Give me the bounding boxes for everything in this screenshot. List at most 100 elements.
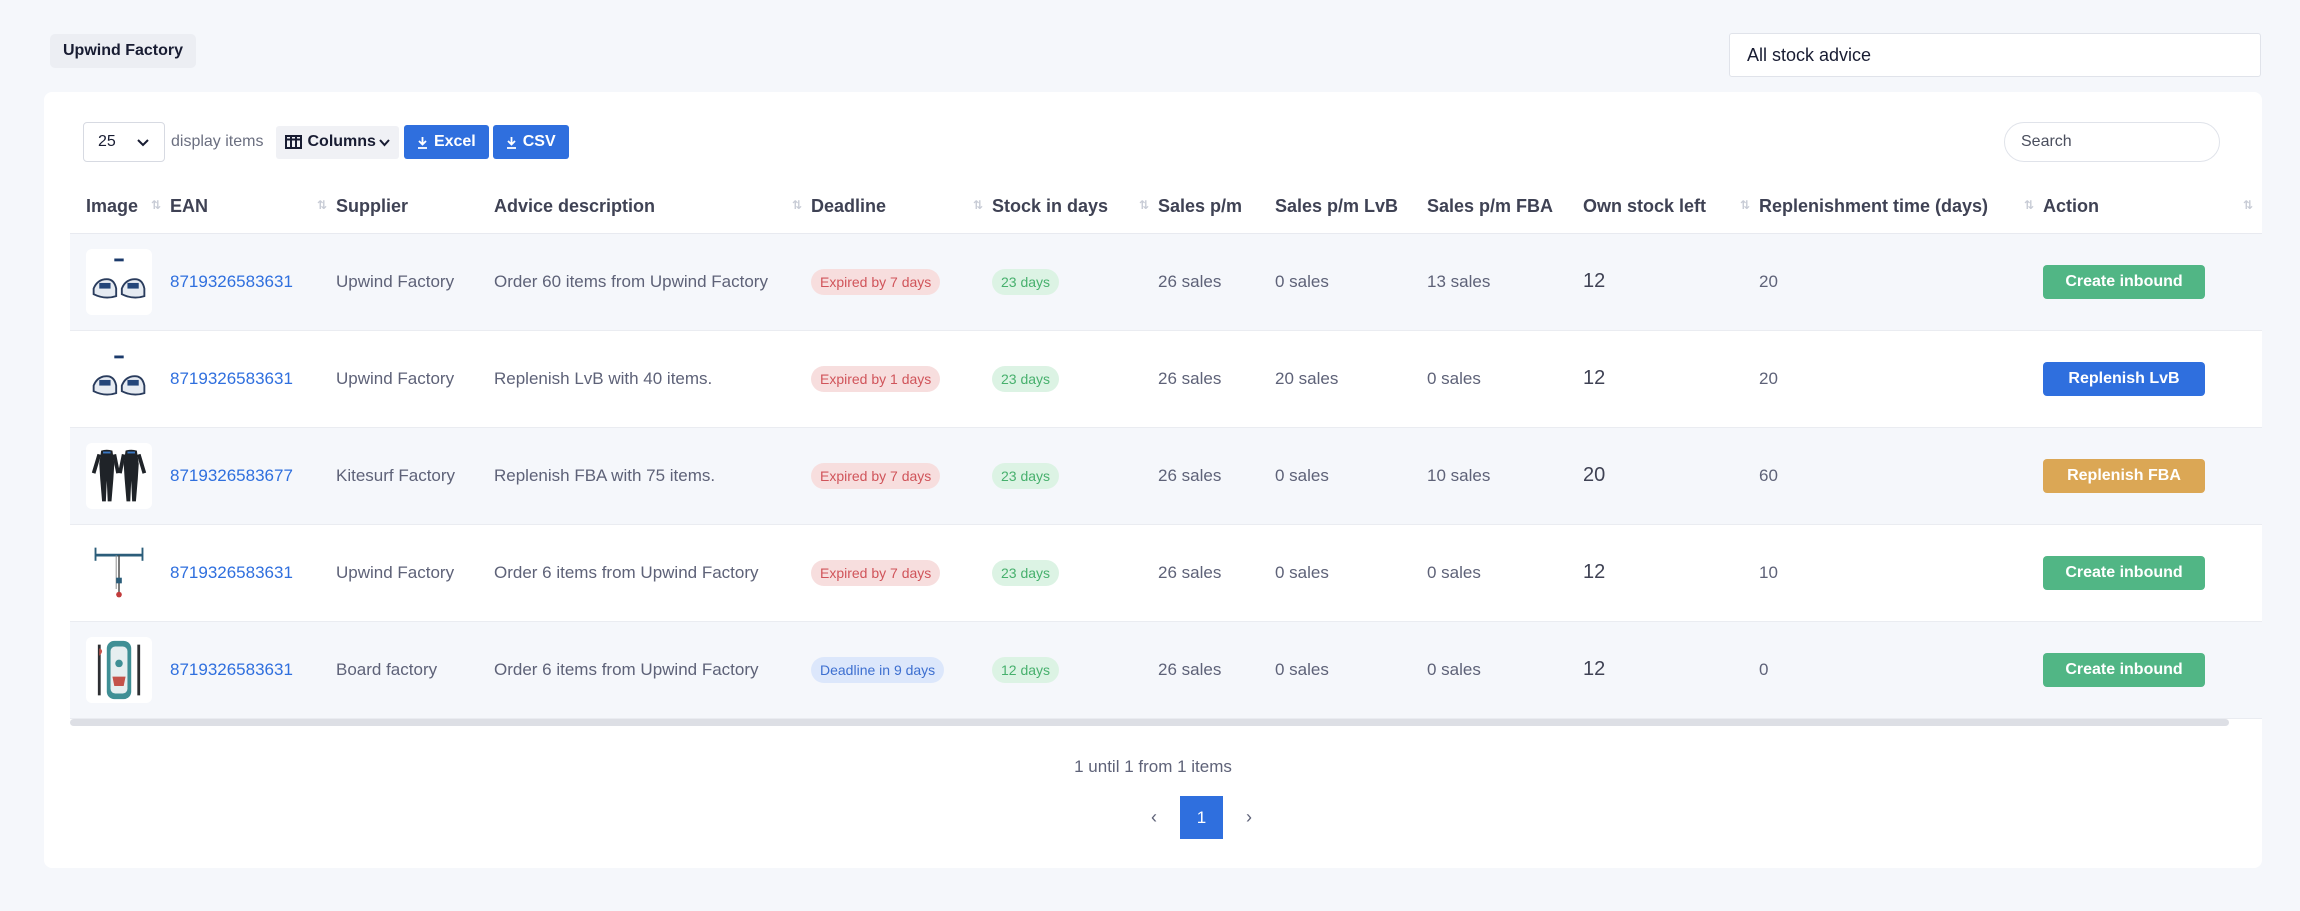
sort-icon: ⇅ [2023, 198, 2034, 212]
column-label: Action [2043, 195, 2099, 216]
supplier-cell: Upwind Factory [336, 562, 455, 582]
column-header-action[interactable]: Action ⇅ [2043, 180, 2262, 234]
replenishment-cell: 0 [1759, 659, 1769, 679]
ean-text[interactable]: 8719326583631 [170, 563, 293, 582]
action-cell: Replenish LvB [2043, 330, 2262, 427]
stock-advice-card: 25 display items Columns Excel CSV Image… [44, 92, 2262, 868]
sort-icon: ⇅ [1739, 198, 1750, 212]
page-length-value: 25 [98, 133, 116, 150]
supplier-tag[interactable]: Upwind Factory [50, 34, 197, 68]
sales-fba-cell: 0 sales [1427, 659, 1481, 679]
description-cell: Replenish LvB with 40 items. [494, 369, 713, 388]
description-cell: Order 6 items from Upwind Factory [494, 660, 759, 679]
page-length-select[interactable]: 25 [83, 122, 165, 162]
create-inbound-button[interactable]: Create inbound [2043, 264, 2205, 299]
previous-page-button[interactable]: ‹ [1132, 807, 1176, 828]
ean-text[interactable]: 8719326583677 [170, 466, 293, 485]
image-cell [70, 524, 170, 621]
chevron-down-icon [379, 138, 390, 146]
own-stock-cell: 20 [1583, 464, 1606, 486]
download-icon [417, 136, 427, 149]
deadline-badge: Deadline in 9 days [811, 656, 945, 683]
sales-fba-cell: 0 sales [1427, 368, 1481, 388]
column-header-stock-in-days[interactable]: Stock in days ⇅ [992, 180, 1158, 234]
table-toolbar: 25 display items Columns Excel CSV [83, 122, 573, 162]
table-row: 8719326583677 Kitesurf Factory Replenish… [70, 427, 2262, 524]
column-label: Image [86, 195, 139, 216]
replenish-fba-button[interactable]: Replenish FBA [2043, 458, 2205, 493]
sales-pm-cell: 26 sales [1158, 562, 1222, 582]
supplier-cell: Upwind Factory [336, 368, 455, 388]
csv-export-button[interactable]: CSV [492, 125, 569, 159]
deadline-badge: Expired by 7 days [811, 462, 941, 489]
stock-days-badge: 12 days [992, 656, 1060, 683]
page-number-button[interactable]: 1 [1180, 796, 1223, 839]
description-cell: Replenish FBA with 75 items. [494, 466, 716, 485]
sales-lvb-cell: 20 sales [1275, 368, 1339, 388]
column-header-sales-pm-lvb[interactable]: Sales p/m LvB [1275, 180, 1427, 234]
column-label: Own stock left [1583, 195, 1707, 216]
deadline-cell: Deadline in 9 days [811, 621, 992, 718]
sort-icon: ⇅ [150, 198, 161, 212]
sales-fba-cell: 0 sales [1427, 562, 1481, 582]
search-input[interactable] [2004, 122, 2220, 162]
supplier-cell: Board factory [336, 659, 438, 679]
ean-link[interactable]: 8719326583631 [170, 621, 336, 718]
horizontal-scrollbar[interactable] [70, 719, 2229, 726]
ean-link[interactable]: 8719326583631 [170, 233, 336, 330]
ean-link[interactable]: 8719326583631 [170, 330, 336, 427]
sales-pm-cell: 26 sales [1158, 271, 1222, 291]
sales-pm-cell: 26 sales [1158, 659, 1222, 679]
deadline-badge: Expired by 1 days [811, 365, 941, 392]
ean-link[interactable]: 8719326583631 [170, 524, 336, 621]
excel-export-button[interactable]: Excel [403, 125, 489, 159]
image-cell [70, 621, 170, 718]
columns-button[interactable]: Columns [276, 125, 399, 159]
column-header-own-stock-left[interactable]: Own stock left ⇅ [1583, 180, 1759, 234]
deadline-cell: Expired by 7 days [811, 427, 992, 524]
stock-days-cell: 12 days [992, 621, 1158, 718]
supplier-cell: Upwind Factory [336, 271, 455, 291]
column-header-sales-pm-fba[interactable]: Sales p/m FBA [1427, 180, 1583, 234]
ean-text[interactable]: 8719326583631 [170, 369, 293, 388]
column-label: Sales p/m LvB [1275, 195, 1399, 216]
excel-label: Excel [433, 133, 476, 150]
create-inbound-button[interactable]: Create inbound [2043, 652, 2205, 687]
ean-link[interactable]: 8719326583677 [170, 427, 336, 524]
column-header-sales-pm[interactable]: Sales p/m [1158, 180, 1275, 234]
table-row: 8719326583631 Upwind Factory Order 60 it… [70, 233, 2262, 330]
sales-lvb-cell: 0 sales [1275, 271, 1329, 291]
columns-icon [285, 135, 303, 149]
own-stock-cell: 12 [1583, 561, 1606, 583]
replenishment-cell: 20 [1759, 368, 1778, 388]
description-cell: Order 60 items from Upwind Factory [494, 272, 768, 291]
column-label: Advice description [494, 195, 656, 216]
column-header-supplier[interactable]: Supplier [336, 180, 494, 234]
column-header-replenishment-time[interactable]: Replenishment time (days) ⇅ [1759, 180, 2043, 234]
replenish-lvb-button[interactable]: Replenish LvB [2043, 361, 2205, 396]
sort-icon: ⇅ [1138, 198, 1149, 212]
column-header-advice-description[interactable]: Advice description ⇅ [494, 180, 811, 234]
chevron-down-icon [137, 139, 149, 147]
sort-icon: ⇅ [2242, 198, 2253, 212]
stock-days-cell: 23 days [992, 233, 1158, 330]
column-label: Sales p/m FBA [1427, 195, 1554, 216]
replenishment-cell: 20 [1759, 271, 1778, 291]
advice-filter-select[interactable]: All stock advice [1729, 33, 2261, 77]
column-header-deadline[interactable]: Deadline ⇅ [811, 180, 992, 234]
sort-icon: ⇅ [791, 198, 802, 212]
create-inbound-button[interactable]: Create inbound [2043, 555, 2205, 590]
own-stock-cell: 12 [1583, 270, 1606, 292]
sales-pm-cell: 26 sales [1158, 465, 1222, 485]
download-icon [506, 136, 516, 149]
column-header-ean[interactable]: EAN ⇅ [170, 180, 336, 234]
ean-text[interactable]: 8719326583631 [170, 660, 293, 679]
next-page-button[interactable]: › [1227, 807, 1271, 828]
surfboard-icon [86, 636, 152, 703]
supplier-cell: Kitesurf Factory [336, 465, 456, 485]
column-label: Deadline [811, 195, 887, 216]
image-cell [70, 427, 170, 524]
ean-text[interactable]: 8719326583631 [170, 272, 293, 291]
column-header-image[interactable]: Image ⇅ [70, 180, 170, 234]
sort-icon: ⇅ [972, 198, 983, 212]
